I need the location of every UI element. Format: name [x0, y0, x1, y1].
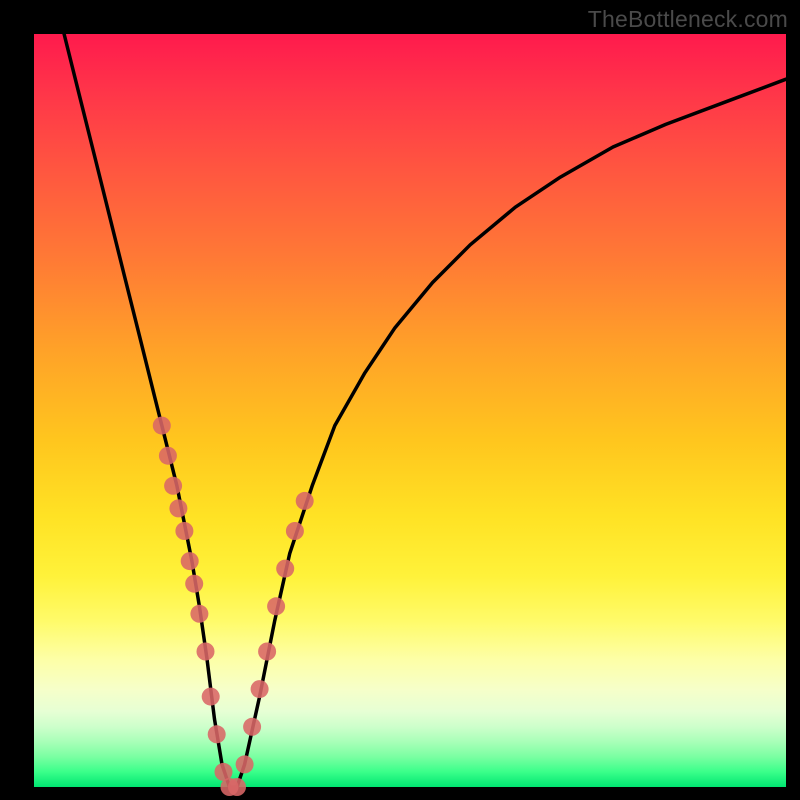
marker-dot: [202, 688, 220, 706]
marker-dot: [181, 552, 199, 570]
marker-dot: [159, 447, 177, 465]
marker-dot: [267, 597, 285, 615]
chart-plot-area: [34, 34, 786, 787]
chart-svg: [34, 34, 786, 787]
attribution-label: TheBottleneck.com: [588, 6, 788, 33]
marker-dot: [276, 560, 294, 578]
marker-dot: [243, 718, 261, 736]
marker-dot: [236, 755, 254, 773]
marker-dot: [153, 417, 171, 435]
marker-dot: [197, 643, 215, 661]
marker-dots-group: [153, 417, 314, 796]
marker-dot: [286, 522, 304, 540]
marker-dot: [190, 605, 208, 623]
marker-dot: [228, 778, 246, 796]
marker-dot: [175, 522, 193, 540]
marker-dot: [296, 492, 314, 510]
marker-dot: [185, 575, 203, 593]
marker-dot: [208, 725, 226, 743]
marker-dot: [251, 680, 269, 698]
chart-frame: TheBottleneck.com: [0, 0, 800, 800]
marker-dot: [164, 477, 182, 495]
marker-dot: [258, 643, 276, 661]
bottleneck-curve: [64, 34, 786, 787]
marker-dot: [169, 499, 187, 517]
